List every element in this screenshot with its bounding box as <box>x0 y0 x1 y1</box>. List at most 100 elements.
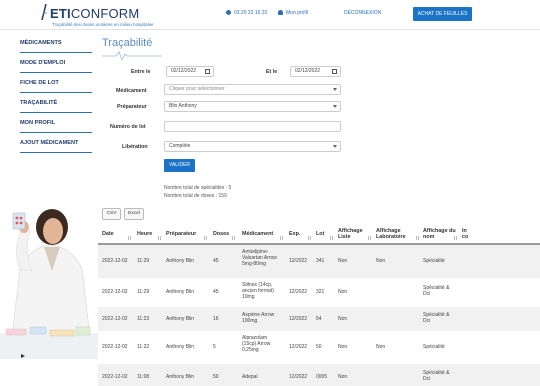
sidebar-item-fiche-lot[interactable]: FICHE DE LOT <box>20 74 92 93</box>
cell-medicament: Aspirine Arrow 100mg <box>242 312 275 324</box>
cell-doses: 5 <box>213 344 216 350</box>
preparateur-label: Préparateur <box>117 104 147 110</box>
export-excel-button[interactable]: Excel <box>124 208 144 220</box>
date-to-value: 02/12/2022 <box>295 68 321 74</box>
table-row[interactable]: 2022-12-02 11:23 Anthony Blin 16 Aspirin… <box>98 307 540 331</box>
sort-icon[interactable] <box>158 236 161 240</box>
lot-input[interactable] <box>164 121 341 132</box>
date-from-input[interactable]: 02/12/2022 <box>166 66 214 77</box>
chevron-down-icon <box>333 88 337 91</box>
cell-preparateur: Anthony Blin <box>166 258 195 264</box>
cell-lot: 0005 <box>316 374 328 380</box>
date-from-value: 02/12/2022 <box>171 68 197 74</box>
cell-affichage-liste: Non <box>338 258 348 264</box>
calendar-icon[interactable] <box>205 69 210 74</box>
column-header-affichage-nom[interactable]: Affichage du nom <box>423 228 457 240</box>
column-header-affichage-liste[interactable]: Affichage Liste <box>338 228 370 240</box>
sidebar-item-mode-emploi[interactable]: MODE D'EMPLOI <box>20 54 92 73</box>
top-header: ETICONFORM Traçabilité des doses unitair… <box>0 0 540 30</box>
cell-affichage-nom: Spécialité & Dci <box>423 370 450 382</box>
cell-heure: 11:29 <box>137 258 150 264</box>
cell-affichage-labo: Non <box>376 344 386 350</box>
brand-prefix: ETI <box>50 6 71 21</box>
table-row[interactable]: 2022-12-02 11:22 Anthony Blin 5 Alprazol… <box>98 331 540 364</box>
column-header-medicament[interactable]: Médicament <box>242 231 273 237</box>
cell-medicament: Adepal <box>242 374 258 380</box>
total-specialites: Nombre total de spécialités : 5 <box>164 185 232 191</box>
cell-exp: 12/2022 <box>289 344 308 350</box>
cell-affichage-labo: Non <box>376 258 386 264</box>
cell-exp: 12/2022 <box>289 289 308 295</box>
sort-icon[interactable] <box>280 236 283 240</box>
column-header-exp[interactable]: Exp. <box>289 231 300 237</box>
cell-affichage-nom: Spécialité <box>423 258 445 264</box>
cell-medicament: Alprazolam (15cp) Arrow 0,25mg <box>242 335 271 353</box>
cell-doses: 16 <box>213 316 219 322</box>
profile-link[interactable]: Mon profil <box>278 10 308 16</box>
column-header-preparateur[interactable]: Préparateur <box>166 231 196 237</box>
cell-heure: 11:29 <box>137 289 150 295</box>
play-icon[interactable] <box>21 354 25 358</box>
liberation-select[interactable]: Complète <box>164 141 341 152</box>
sort-icon[interactable] <box>416 236 419 240</box>
brand-name: ETICONFORM <box>50 6 139 21</box>
cell-heure: 11:08 <box>137 374 150 380</box>
sort-icon[interactable] <box>204 236 207 240</box>
cell-lot: 50 <box>316 344 322 350</box>
sidebar-item-medicaments[interactable]: MÉDICAMENTS <box>20 34 92 53</box>
cell-date: 2022-12-02 <box>102 316 128 322</box>
sidebar-item-ajout-medicament[interactable]: AJOUT MÉDICAMENT <box>20 134 92 153</box>
phone-number: 03 20 23 16 20 <box>234 10 268 16</box>
validate-button[interactable]: VALIDER <box>164 159 195 172</box>
user-icon <box>278 10 283 15</box>
cell-lot: 341 <box>316 258 325 264</box>
phone-icon <box>226 10 231 15</box>
table-row[interactable]: 2022-12-02 11:29 Anthony Blin 45 Amlodip… <box>98 245 540 278</box>
calendar-icon[interactable] <box>332 69 337 74</box>
column-header-in[interactable]: In co <box>462 228 472 240</box>
medicament-select[interactable]: Cliquer pour sélectionner <box>164 84 341 95</box>
lot-label: Numéro de lot <box>110 124 146 130</box>
chevron-down-icon <box>333 145 337 148</box>
cell-affichage-nom: Spécialité & Dci <box>423 285 450 297</box>
table-row[interactable]: 2022-12-02 11:29 Anthony Blin 45 Stilnox… <box>98 278 540 307</box>
table-row[interactable]: 2022-12-02 11:08 Anthony Blin 50 Adepal … <box>98 364 540 386</box>
buy-sheets-button[interactable]: ACHAT DE FEUILLES <box>413 7 472 21</box>
column-header-affichage-laboratoire[interactable]: Affichage Laboratoire <box>376 228 416 240</box>
medicament-label: Médicament <box>116 88 147 94</box>
cell-preparateur: Anthony Blin <box>166 344 195 350</box>
logout-link[interactable]: DÉCONNEXION <box>344 10 381 16</box>
cell-preparateur: Anthony Blin <box>166 374 195 380</box>
sort-icon[interactable] <box>454 236 457 240</box>
column-header-date[interactable]: Date <box>102 231 114 237</box>
sort-icon[interactable] <box>128 236 131 240</box>
sidebar: MÉDICAMENTS MODE D'EMPLOI FICHE DE LOT T… <box>0 31 98 386</box>
date-from-label: Entre le <box>131 69 151 75</box>
cell-exp: 12/2022 <box>289 316 308 322</box>
cell-affichage-liste: Non <box>338 374 348 380</box>
sidebar-item-tracabilite[interactable]: TRAÇABILITÉ <box>20 94 92 113</box>
cell-medicament: Amlodipine-Valsartan Arrow 5mg-80mg <box>242 249 277 267</box>
phone-contact[interactable]: 03 20 23 16 20 <box>226 10 267 16</box>
sort-icon[interactable] <box>308 236 311 240</box>
preparateur-select[interactable]: Blin Anthony <box>164 101 341 112</box>
column-header-lot[interactable]: Lot <box>316 231 324 237</box>
sort-icon[interactable] <box>232 236 235 240</box>
cell-heure: 11:23 <box>137 316 150 322</box>
medicament-placeholder: Cliquer pour sélectionner <box>169 86 225 92</box>
cell-lot: 54 <box>316 316 322 322</box>
sort-icon[interactable] <box>368 236 371 240</box>
sidebar-item-mon-profil[interactable]: MON PROFIL <box>20 114 92 133</box>
sort-icon[interactable] <box>330 236 333 240</box>
cell-affichage-nom: Spécialité <box>423 344 445 350</box>
cell-doses: 45 <box>213 258 219 264</box>
column-header-heure[interactable]: Heure <box>137 231 152 237</box>
cell-date: 2022-12-02 <box>102 344 128 350</box>
cell-preparateur: Anthony Blin <box>166 316 195 322</box>
table-header: Date Heure Préparateur Doses Médicament … <box>98 225 540 245</box>
total-doses: Nombre total de doses : 159 <box>164 193 227 199</box>
column-header-doses[interactable]: Doses <box>213 231 229 237</box>
pharmacist-photo <box>0 209 98 359</box>
export-csv-button[interactable]: CSV <box>102 208 121 220</box>
date-to-input[interactable]: 02/12/2022 <box>290 66 341 77</box>
